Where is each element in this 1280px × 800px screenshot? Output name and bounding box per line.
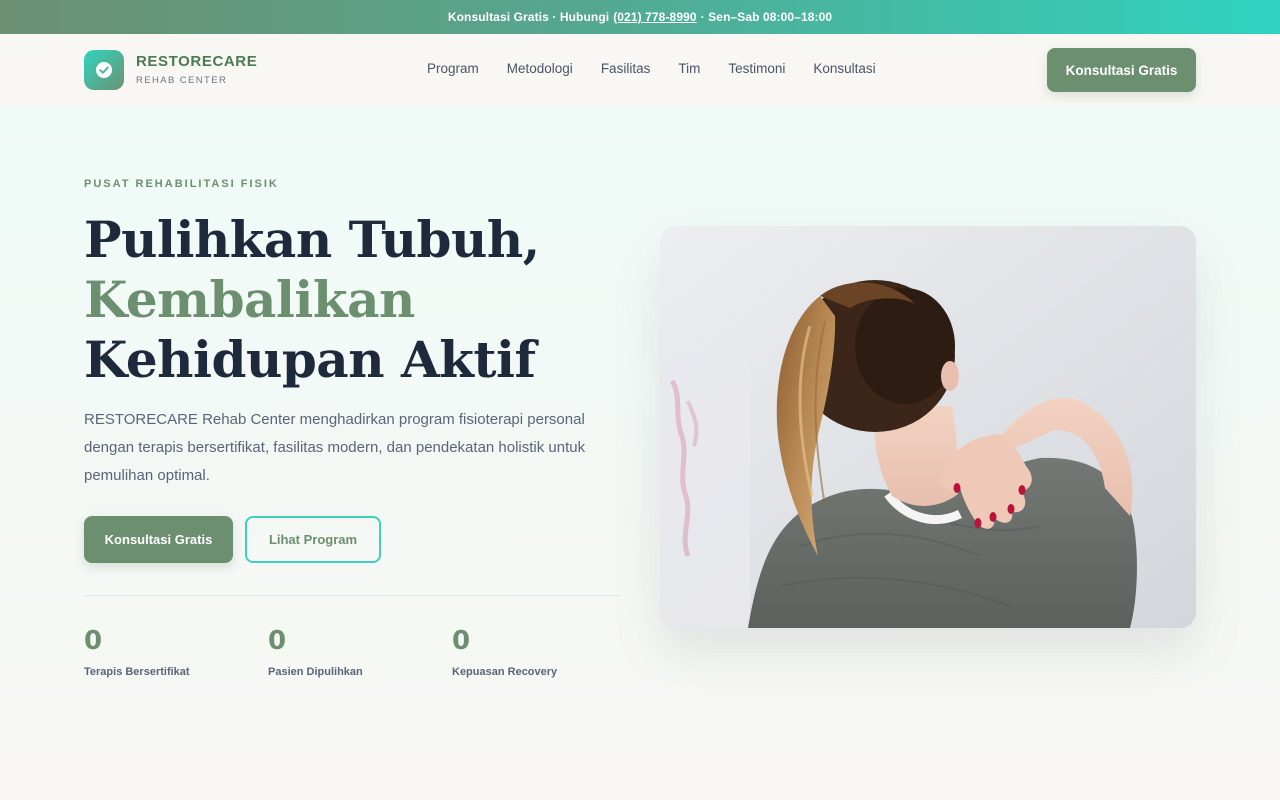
stat-satisfaction: 0 Kepuasan Recovery bbox=[452, 624, 557, 678]
hero-description: RESTORECARE Rehab Center menghadirkan pr… bbox=[84, 411, 586, 484]
stat-label: Kepuasan Recovery bbox=[452, 666, 558, 678]
announcement-text: Konsultasi Gratis · Hubungi bbox=[447, 10, 610, 24]
nav-item-fasilitas[interactable]: Fasilitas bbox=[601, 61, 651, 76]
announcement-bar: Konsultasi Gratis · Hubungi (021) 778-89… bbox=[0, 0, 1280, 34]
stat-therapists: 0 Terapis Bersertifikat bbox=[84, 624, 190, 678]
headline-line-1: Pulihkan Tubuh, bbox=[84, 210, 540, 269]
header-consultation-button[interactable]: Konsultasi Gratis bbox=[1047, 48, 1196, 92]
stat-value: 0 bbox=[452, 626, 471, 656]
hero-headline: Pulihkan Tubuh, Kembalikan Kehidupan Akt… bbox=[84, 210, 540, 390]
check-circle-icon[interactable] bbox=[84, 50, 124, 90]
nav-item-program[interactable]: Program bbox=[427, 61, 479, 76]
stat-label: Terapis Bersertifikat bbox=[84, 666, 190, 678]
hero-eyebrow: PUSAT REHABILITASI FISIK bbox=[84, 178, 279, 190]
stats-divider bbox=[84, 595, 621, 596]
brand-name[interactable]: RESTORECARE bbox=[136, 53, 257, 70]
nav-item-testimoni[interactable]: Testimoni bbox=[728, 61, 785, 76]
stat-value: 0 bbox=[268, 626, 287, 656]
brand-subtitle: REHAB CENTER bbox=[136, 75, 228, 86]
nav-item-metodologi[interactable]: Metodologi bbox=[507, 61, 573, 76]
site-header: RESTORECARE REHAB CENTER Program Metodol… bbox=[0, 34, 1280, 106]
main-nav: Program Metodologi Fasilitas Tim Testimo… bbox=[427, 61, 876, 76]
announcement-hours: · Sen–Sab 08:00–18:00 bbox=[700, 10, 833, 24]
headline-line-2: Kembalikan bbox=[84, 270, 415, 329]
hero-photo bbox=[660, 226, 1196, 628]
stat-label: Pasien Dipulihkan bbox=[268, 666, 363, 678]
stat-value: 0 bbox=[84, 626, 103, 656]
nav-item-tim[interactable]: Tim bbox=[678, 61, 700, 76]
stat-patients: 0 Pasien Dipulihkan bbox=[268, 624, 363, 678]
phone-link[interactable]: (021) 778-8990 bbox=[613, 10, 696, 24]
view-programs-button[interactable]: Lihat Program bbox=[245, 516, 381, 563]
nav-item-konsultasi[interactable]: Konsultasi bbox=[813, 61, 875, 76]
hero-consultation-button[interactable]: Konsultasi Gratis bbox=[84, 516, 233, 563]
headline-line-3: Kehidupan Aktif bbox=[84, 330, 536, 389]
